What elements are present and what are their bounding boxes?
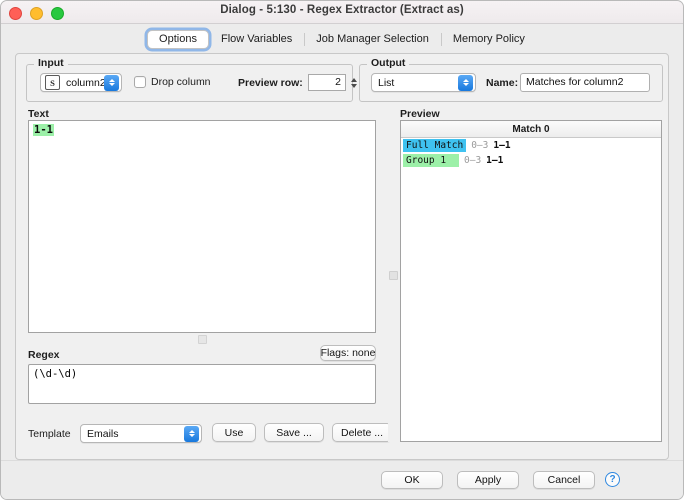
title-bar: Dialog - 5:130 - Regex Extractor (Extrac… [1,1,683,24]
match-span: 0–3 [471,140,488,151]
output-mode-select[interactable]: List [371,73,476,92]
use-template-button[interactable]: Use [212,423,256,442]
text-section-label: Text [28,108,49,120]
text-match-highlight: 1-1 [33,124,54,136]
chevron-updown-icon [104,75,119,91]
help-icon[interactable]: ? [605,472,620,487]
preview-row-label: Preview row: [238,77,303,89]
drop-column-checkbox-row[interactable]: Drop column [134,76,211,88]
save-template-button[interactable]: Save ... [264,423,324,442]
match-span: 0–3 [464,155,481,166]
regex-section-label: Regex [28,349,60,361]
flags-button[interactable]: Flags: none [320,345,376,361]
delete-template-button[interactable]: Delete ... [332,423,392,442]
splitter-grip-icon [389,271,398,280]
string-type-icon: S [45,75,60,90]
template-select-value: Emails [81,428,184,440]
preview-panel[interactable]: Match 0 Full Match 0–3 1–1 Group 1 0–3 1… [400,120,662,442]
chevron-updown-icon [184,426,199,442]
tab-bar: Options Flow Variables Job Manager Selec… [1,24,683,54]
splitter-grip-icon [198,335,207,344]
drop-column-checkbox[interactable] [134,76,146,88]
dialog-window: Dialog - 5:130 - Regex Extractor (Extrac… [0,0,684,500]
match-row[interactable]: Group 1 0–3 1–1 [401,153,661,168]
dialog-footer: OK Apply Cancel ? [1,460,683,499]
group-badge: Group 1 [403,154,459,167]
column-select-value: column2 [60,77,104,89]
preview-row-stepper[interactable] [348,74,359,91]
main-vertical-splitter[interactable] [388,108,398,442]
input-group-title: Input [34,57,68,69]
options-panel: Input S column2 Drop column Preview row:… [15,53,669,460]
match-value: 1–1 [493,140,510,151]
cancel-button[interactable]: Cancel [533,471,595,489]
output-mode-value: List [372,77,458,89]
output-name-label: Name: [486,77,518,89]
column-select[interactable]: S column2 [40,73,122,92]
ok-button[interactable]: OK [381,471,443,489]
text-input-content: 1-1 [29,121,375,139]
tab-options[interactable]: Options [147,30,209,49]
template-select[interactable]: Emails [80,424,202,443]
window-title: Dialog - 5:130 - Regex Extractor (Extrac… [1,4,683,16]
preview-row-input[interactable]: 2 [308,74,346,91]
apply-button[interactable]: Apply [457,471,519,489]
preview-table-header: Match 0 [401,121,661,138]
chevron-updown-icon [458,75,473,91]
preview-section-label: Preview [400,108,440,120]
output-name-input[interactable]: Matches for column2 [520,73,650,92]
text-regex-splitter[interactable] [28,335,376,344]
match-row[interactable]: Full Match 0–3 1–1 [401,138,661,153]
regex-pattern: (\d-\d) [29,365,375,383]
template-label: Template [28,428,71,440]
tab-memory-policy[interactable]: Memory Policy [441,30,537,49]
match-value: 1–1 [486,155,503,166]
tab-flow-variables[interactable]: Flow Variables [209,30,304,49]
full-match-badge: Full Match [403,139,466,152]
output-group-title: Output [367,57,409,69]
regex-input-area[interactable]: (\d-\d) [28,364,376,404]
text-input-area[interactable]: 1-1 [28,120,376,333]
tab-job-manager-selection[interactable]: Job Manager Selection [304,30,441,49]
drop-column-label: Drop column [151,76,211,88]
